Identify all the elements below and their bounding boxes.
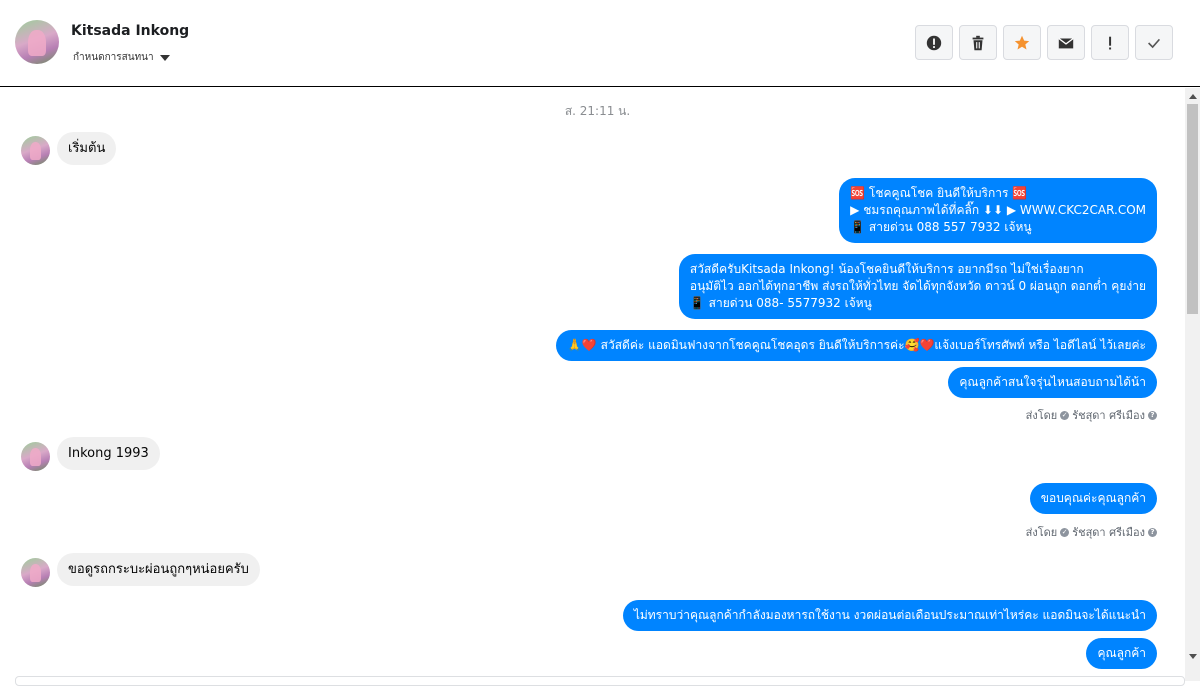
avatar[interactable] (21, 558, 50, 587)
contact-name[interactable]: Kitsada Inkong (71, 23, 189, 39)
help-icon[interactable]: ? (1148, 410, 1157, 420)
outgoing-message[interactable]: 🙏❤️ สวัสดีค่ะ แอดมินฟางจากโชคคูณโชคอุดร … (555, 330, 1157, 361)
message-line: สวัสดีครับKitsada Inkong! น้องโชคยินดีให… (689, 262, 1084, 276)
incoming-message[interactable]: เริ่มต้น (57, 132, 117, 165)
trash-icon (972, 35, 984, 50)
message-thread[interactable]: ส. 21:11 น. เริ่มต้น 🆘 โชคคูณโชค ยินดีให… (0, 88, 1184, 681)
star-icon (1014, 35, 1030, 49)
scroll-up-arrow-icon[interactable] (1189, 94, 1197, 99)
scroll-thumb[interactable] (1187, 104, 1198, 314)
sent-by-label: ส่งโดย ✓ รัชสุดา ศรีเมือง ? (1026, 523, 1157, 541)
sent-by-prefix: ส่งโดย (1025, 409, 1058, 422)
seen-icon: ✓ (1060, 410, 1070, 420)
avatar[interactable] (21, 442, 50, 471)
outgoing-message[interactable]: 🆘 โชคคูณโชค ยินดีให้บริการ 🆘 ▶ ชมรถคุณภา… (839, 178, 1157, 243)
message-line: อนุมัติไว ออกได้ทุกอาชีพ ส่งรถให้ทั่วไทย… (689, 279, 1146, 293)
caret-down-icon (159, 54, 170, 61)
message-composer[interactable] (15, 676, 1185, 686)
incoming-message[interactable]: Inkong 1993 (57, 437, 160, 470)
mail-icon (1058, 37, 1074, 48)
conversation-toolbar (915, 25, 1173, 60)
message-line: 📱 สายด่วน 088- 5577932 เจ้หนู (689, 296, 872, 310)
sender-name[interactable]: รัชสุดา ศรีเมือง (1072, 523, 1145, 541)
thread-scrollbar[interactable] (1185, 88, 1200, 681)
conversation-label-text: กำหนดการสนทนา (73, 52, 154, 63)
help-icon[interactable]: ? (1148, 527, 1157, 537)
sent-by-prefix: ส่งโดย (1025, 526, 1058, 539)
alert-icon (926, 35, 942, 50)
sender-name[interactable]: รัชสุดา ศรีเมือง (1072, 406, 1145, 424)
mark-done-button[interactable] (1135, 25, 1173, 60)
conversation-header: Kitsada Inkong กำหนดการสนทนา (0, 0, 1200, 87)
sent-by-label: ส่งโดย ✓ รัชสุดา ศรีเมือง ? (1026, 406, 1157, 424)
seen-icon: ✓ (1060, 527, 1070, 537)
outgoing-message[interactable]: ขอบคุณค่ะคุณลูกค้า (1029, 483, 1157, 514)
message-line: 📱 สายด่วน 088 557 7932 เจ้หนู (850, 220, 1032, 234)
message-line: ▶ ชมรถคุณภาพได้ที่คลิ๊ก ⬇⬇ ▶ WWW.CKC2CAR… (850, 203, 1146, 217)
message-line: 🆘 โชคคูณโชค ยินดีให้บริการ 🆘 (850, 186, 1028, 200)
mark-spam-button[interactable] (915, 25, 953, 60)
outgoing-message[interactable]: คุณลูกค้าสนใจรุ่นไหนสอบถามได้น้า (948, 367, 1157, 398)
conversation-label-dropdown[interactable]: กำหนดการสนทนา (73, 50, 170, 65)
incoming-message[interactable]: ขอดูรถกระบะผ่อนถูกๆหน่อยครับ (57, 553, 260, 586)
check-icon (1148, 38, 1161, 48)
scroll-down-arrow-icon[interactable] (1189, 654, 1197, 659)
star-button[interactable] (1003, 25, 1041, 60)
contact-avatar[interactable] (15, 20, 59, 64)
thread-timestamp: ส. 21:11 น. (564, 104, 631, 118)
outgoing-message[interactable]: ไม่ทราบว่าคุณลูกค้ากำลังมองหารถใช้งาน งว… (622, 600, 1157, 631)
follow-up-button[interactable] (1091, 25, 1129, 60)
outgoing-message[interactable]: สวัสดีครับKitsada Inkong! น้องโชคยินดีให… (678, 254, 1157, 319)
avatar[interactable] (21, 136, 50, 165)
delete-button[interactable] (959, 25, 997, 60)
exclamation-icon (1109, 36, 1112, 49)
mark-unread-button[interactable] (1047, 25, 1085, 60)
outgoing-message[interactable]: คุณลูกค้า (1086, 638, 1157, 669)
